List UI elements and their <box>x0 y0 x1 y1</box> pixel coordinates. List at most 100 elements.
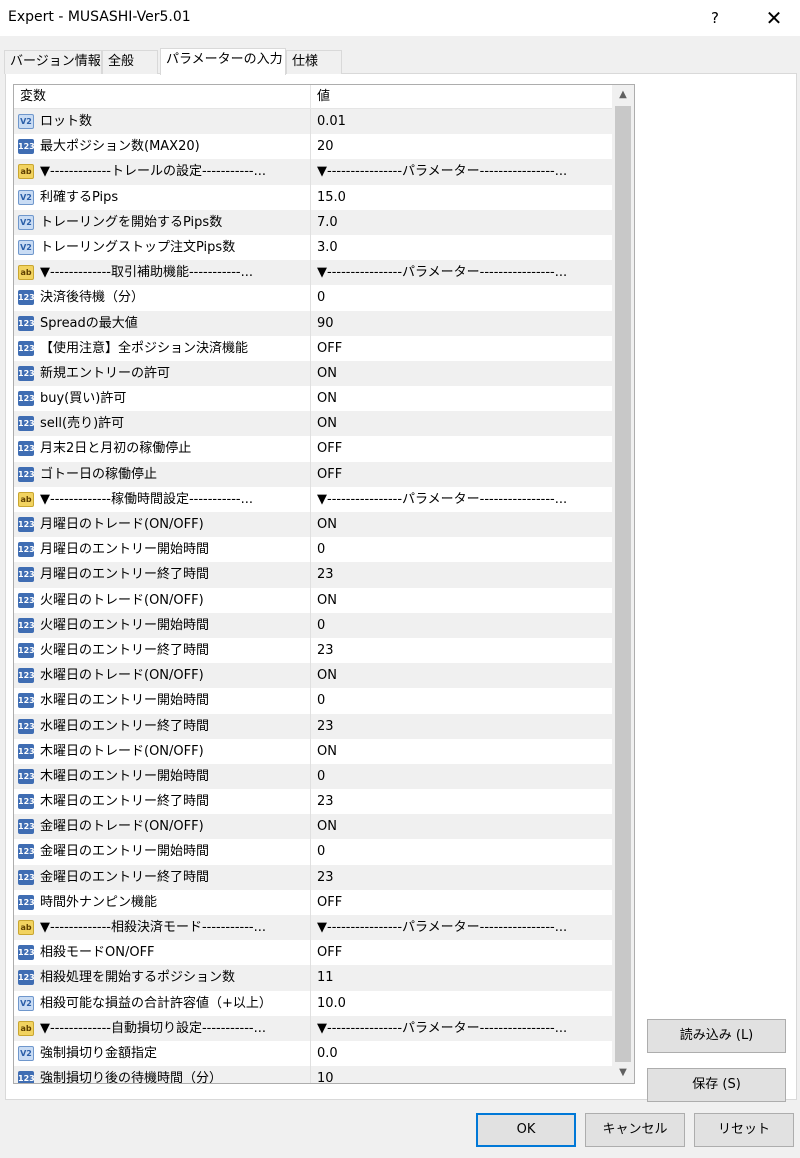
parameter-value-cell[interactable]: 11 <box>311 965 612 990</box>
parameter-value-cell[interactable]: OFF <box>311 890 612 915</box>
table-row[interactable]: 123 木曜日のトレード(ON/OFF) ON <box>14 738 612 764</box>
parameter-name-cell[interactable]: 123 buy(買い)許可 <box>14 386 311 412</box>
parameter-value-cell[interactable]: 23 <box>311 865 612 890</box>
parameter-name-cell[interactable]: 123 水曜日のトレード(ON/OFF) <box>14 663 311 689</box>
table-row[interactable]: 123 火曜日のエントリー開始時間 0 <box>14 612 612 638</box>
table-row[interactable]: V2 相殺可能な損益の合計許容値（+以上） 10.0 <box>14 990 612 1016</box>
table-row[interactable]: 123 強制損切り後の待機時間（分） 10 <box>14 1066 612 1083</box>
parameter-name-cell[interactable]: 123 火曜日のトレード(ON/OFF) <box>14 587 311 613</box>
parameter-value-cell[interactable]: OFF <box>311 462 612 487</box>
table-row[interactable]: 123 sell(売り)許可 ON <box>14 411 612 437</box>
tab-version-info[interactable]: バージョン情報 <box>4 50 102 74</box>
parameter-name-cell[interactable]: 123 最大ポジション数(MAX20) <box>14 134 311 160</box>
parameter-name-cell[interactable]: 123 月曜日のエントリー開始時間 <box>14 537 311 563</box>
parameter-value-cell[interactable]: 7.0 <box>311 210 612 235</box>
parameter-value-cell[interactable]: 0.0 <box>311 1041 612 1066</box>
parameter-value-cell[interactable]: ▼----------------パラメーター----------------.… <box>311 159 612 184</box>
ok-button[interactable]: OK <box>476 1113 576 1147</box>
table-row[interactable]: 123 月曜日のエントリー終了時間 23 <box>14 562 612 588</box>
scroll-down-icon[interactable]: ▼ <box>612 1063 634 1083</box>
tab-input-parameters[interactable]: パラメーターの入力 <box>160 48 286 75</box>
parameter-value-cell[interactable]: ▼----------------パラメーター----------------.… <box>311 260 612 285</box>
parameter-value-cell[interactable]: 15.0 <box>311 185 612 210</box>
table-row[interactable]: ab ▼-------------取引補助機能-----------... ▼---… <box>14 260 612 286</box>
scroll-up-icon[interactable]: ▲ <box>612 85 634 105</box>
parameter-value-cell[interactable]: 0.01 <box>311 109 612 134</box>
parameter-name-cell[interactable]: ab ▼-------------自動損切り設定-----------... <box>14 1015 311 1041</box>
parameter-name-cell[interactable]: 123 相殺モードON/OFF <box>14 940 311 966</box>
parameter-name-cell[interactable]: 123 相殺処理を開始するポジション数 <box>14 965 311 991</box>
parameter-name-cell[interactable]: V2 トレーリングストップ注文Pips数 <box>14 234 311 261</box>
table-row[interactable]: ab ▼-------------トレールの設定-----------... ▼--… <box>14 159 612 185</box>
table-row[interactable]: 123 水曜日のエントリー開始時間 0 <box>14 688 612 714</box>
parameter-value-cell[interactable]: 0 <box>311 537 612 562</box>
table-row[interactable]: 123 月曜日のトレード(ON/OFF) ON <box>14 512 612 538</box>
table-row[interactable]: 123 金曜日のエントリー開始時間 0 <box>14 839 612 865</box>
table-row[interactable]: 123 相殺処理を開始するポジション数 11 <box>14 965 612 991</box>
parameter-name-cell[interactable]: ab ▼-------------稼働時間設定-----------... <box>14 486 311 512</box>
reset-button[interactable]: リセット <box>694 1113 794 1147</box>
table-row[interactable]: V2 利確するPips 15.0 <box>14 184 612 210</box>
table-row[interactable]: 123 火曜日のエントリー終了時間 23 <box>14 637 612 664</box>
parameter-name-cell[interactable]: 123 sell(売り)許可 <box>14 411 311 437</box>
parameter-name-cell[interactable]: 123 ゴトー日の稼働停止 <box>14 461 311 487</box>
parameter-name-cell[interactable]: 123 水曜日のエントリー開始時間 <box>14 688 311 714</box>
parameter-value-cell[interactable]: ON <box>311 411 612 436</box>
column-header-variable[interactable]: 変数 <box>14 85 311 109</box>
parameter-name-cell[interactable]: V2 強制損切り金額指定 <box>14 1040 311 1067</box>
table-row[interactable]: V2 トレーリングストップ注文Pips数 3.0 <box>14 234 612 261</box>
parameter-name-cell[interactable]: 123 金曜日のトレード(ON/OFF) <box>14 814 311 840</box>
parameter-name-cell[interactable]: 123 木曜日のエントリー開始時間 <box>14 763 311 790</box>
parameter-value-cell[interactable]: ▼----------------パラメーター----------------.… <box>311 915 612 940</box>
table-row[interactable]: 123 木曜日のエントリー終了時間 23 <box>14 789 612 815</box>
table-row[interactable]: 123 決済後待機（分） 0 <box>14 285 612 311</box>
parameter-value-cell[interactable]: ON <box>311 814 612 839</box>
parameter-name-cell[interactable]: V2 利確するPips <box>14 184 311 210</box>
cancel-button[interactable]: キャンセル <box>585 1113 685 1147</box>
table-row[interactable]: 123 時間外ナンピン機能 OFF <box>14 889 612 915</box>
parameter-value-cell[interactable]: 20 <box>311 134 612 159</box>
parameter-value-cell[interactable]: 23 <box>311 562 612 587</box>
table-row[interactable]: 123 火曜日のトレード(ON/OFF) ON <box>14 587 612 613</box>
table-row[interactable]: 123 月曜日のエントリー開始時間 0 <box>14 537 612 563</box>
parameter-value-cell[interactable]: 0 <box>311 839 612 864</box>
parameter-value-cell[interactable]: ▼----------------パラメーター----------------.… <box>311 487 612 512</box>
parameter-name-cell[interactable]: 123 月末2日と月初の稼働停止 <box>14 436 311 462</box>
table-row[interactable]: 123 【使用注意】全ポジション決済機能 OFF <box>14 335 612 361</box>
parameter-value-cell[interactable]: 0 <box>311 285 612 310</box>
save-button[interactable]: 保存 (S) <box>647 1068 786 1102</box>
scroll-thumb[interactable] <box>615 106 631 1062</box>
parameter-value-cell[interactable]: 10 <box>311 1066 612 1083</box>
table-row[interactable]: 123 最大ポジション数(MAX20) 20 <box>14 134 612 160</box>
table-row[interactable]: V2 強制損切り金額指定 0.0 <box>14 1040 612 1067</box>
parameter-name-cell[interactable]: 123 火曜日のエントリー終了時間 <box>14 637 311 664</box>
parameter-name-cell[interactable]: 123 月曜日のトレード(ON/OFF) <box>14 512 311 538</box>
parameter-name-cell[interactable]: 123 決済後待機（分） <box>14 285 311 311</box>
table-row[interactable]: 123 水曜日のエントリー終了時間 23 <box>14 713 612 739</box>
table-row[interactable]: ab ▼-------------稼働時間設定-----------... ▼---… <box>14 486 612 512</box>
parameter-name-cell[interactable]: 123 時間外ナンピン機能 <box>14 889 311 915</box>
parameter-value-cell[interactable]: 23 <box>311 638 612 663</box>
table-row[interactable]: ab ▼-------------相殺決済モード-----------... ▼--… <box>14 915 612 941</box>
parameter-value-cell[interactable]: OFF <box>311 336 612 361</box>
parameter-value-cell[interactable]: OFF <box>311 940 612 965</box>
parameter-value-cell[interactable]: 23 <box>311 789 612 814</box>
parameter-value-cell[interactable]: 0 <box>311 613 612 638</box>
parameter-value-cell[interactable]: ON <box>311 386 612 411</box>
parameter-name-cell[interactable]: V2 相殺可能な損益の合計許容値（+以上） <box>14 990 311 1016</box>
vertical-scrollbar[interactable]: ▲ ▼ <box>612 85 634 1083</box>
parameter-value-cell[interactable]: ON <box>311 663 612 688</box>
parameter-name-cell[interactable]: 123 火曜日のエントリー開始時間 <box>14 612 311 638</box>
tab-general[interactable]: 全般 <box>102 50 158 74</box>
table-row[interactable]: 123 月末2日と月初の稼働停止 OFF <box>14 436 612 462</box>
parameter-value-cell[interactable]: ON <box>311 361 612 386</box>
parameter-name-cell[interactable]: ab ▼-------------相殺決済モード-----------... <box>14 915 311 941</box>
parameter-value-cell[interactable]: 0 <box>311 688 612 713</box>
parameter-value-cell[interactable]: OFF <box>311 436 612 461</box>
parameter-value-cell[interactable]: ON <box>311 588 612 613</box>
parameter-name-cell[interactable]: 123 Spreadの最大値 <box>14 310 311 336</box>
parameter-name-cell[interactable]: 123 金曜日のエントリー開始時間 <box>14 839 311 865</box>
parameter-value-cell[interactable]: 23 <box>311 714 612 739</box>
table-row[interactable]: ab ▼-------------自動損切り設定-----------... ▼--… <box>14 1015 612 1041</box>
table-row[interactable]: 123 ゴトー日の稼働停止 OFF <box>14 461 612 487</box>
